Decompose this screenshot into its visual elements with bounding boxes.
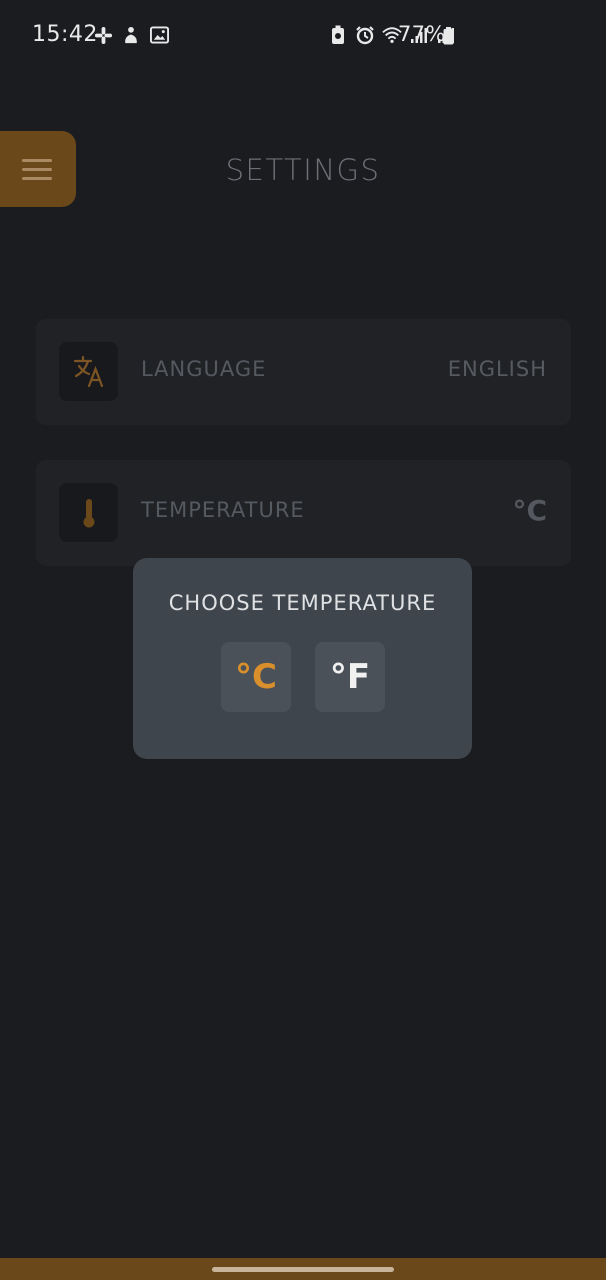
status-time: 15:42: [32, 22, 98, 47]
fahrenheit-option-button[interactable]: °F: [315, 642, 385, 712]
language-setting[interactable]: LANGUAGE ENGLISH: [36, 319, 571, 425]
temperature-value: °C: [512, 494, 547, 527]
gallery-icon: [149, 25, 169, 45]
settings-screen: 15:42 77% SETTINGS LANGUAGE ENGLISH TEMP…: [0, 0, 606, 1280]
language-label: LANGUAGE: [141, 357, 267, 381]
choose-temperature-dialog: CHOOSE TEMPERATURE °C °F: [133, 558, 472, 759]
home-indicator[interactable]: [212, 1267, 394, 1272]
page-title: SETTINGS: [225, 153, 381, 187]
battery-icon: [443, 27, 454, 45]
alarm-icon: [355, 24, 375, 46]
slack-icon: [93, 25, 113, 45]
battery-saver-icon: [328, 24, 348, 46]
translate-icon: [73, 355, 103, 387]
thermometer-icon: [83, 498, 94, 527]
battery-percentage: 77%: [398, 22, 446, 46]
status-notification-icons: [93, 25, 169, 45]
temperature-icon-box: [59, 483, 118, 542]
app-notification-icon: [121, 25, 141, 45]
language-value: ENGLISH: [447, 357, 547, 381]
language-icon-box: [59, 342, 118, 401]
bottom-navigation-bar: [0, 1258, 606, 1280]
dialog-title: CHOOSE TEMPERATURE: [168, 591, 437, 615]
celsius-option-button[interactable]: °C: [221, 642, 291, 712]
status-bar: 15:42 77%: [0, 0, 606, 72]
temperature-setting[interactable]: TEMPERATURE °C: [36, 460, 571, 566]
temperature-label: TEMPERATURE: [141, 498, 305, 522]
